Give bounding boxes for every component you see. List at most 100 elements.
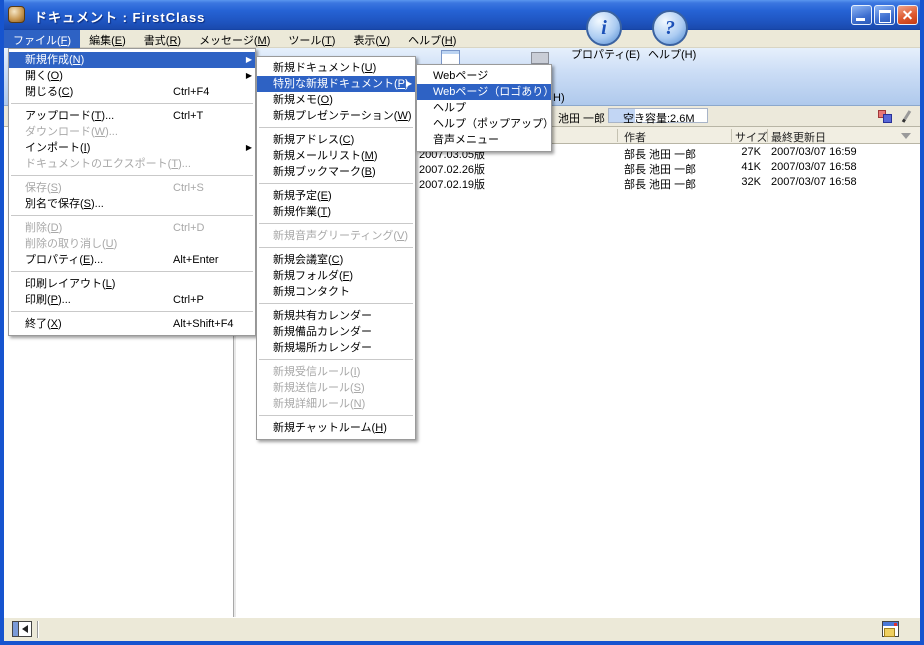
menu-item[interactable]: 新規受信ルール(I) bbox=[257, 364, 415, 380]
menu-item-label: 新規ブックマーク(B) bbox=[273, 166, 376, 178]
menubar: ファイル(F)編集(E)書式(R)メッセージ(M)ツール(T)表示(V)ヘルプ(… bbox=[4, 30, 920, 48]
menubar-item[interactable]: 編集(E) bbox=[80, 30, 135, 48]
menu-item[interactable]: 別名で保存(S)... bbox=[9, 196, 255, 212]
menu-item[interactable]: アップロード(T)...Ctrl+T bbox=[9, 108, 255, 124]
close-button[interactable] bbox=[897, 5, 918, 25]
user-name: ：池田 一郎 bbox=[547, 110, 605, 126]
menu-item-label: Webページ bbox=[433, 70, 488, 82]
menu-item[interactable]: 新規ブックマーク(B) bbox=[257, 164, 415, 180]
menu-item[interactable]: 新規プレゼンテーション(W) bbox=[257, 108, 415, 124]
column-divider[interactable] bbox=[617, 129, 618, 142]
menu-item[interactable]: 新規チャットルーム(H) bbox=[257, 420, 415, 436]
menu-item[interactable]: ヘルプ（ポップアップ） bbox=[417, 116, 551, 132]
menu-item[interactable]: 新規メモ(O) bbox=[257, 92, 415, 108]
menu-separator bbox=[257, 124, 415, 132]
menu-item[interactable]: Webページ bbox=[417, 68, 551, 84]
menu-item[interactable]: 特別な新規ドキュメント(P)▶ bbox=[257, 76, 415, 92]
menu-item[interactable]: 新規予定(E) bbox=[257, 188, 415, 204]
menu-separator bbox=[9, 172, 255, 180]
free-space-bar: 空き容量:2.6M bbox=[608, 108, 708, 123]
menu-item[interactable]: 終了(X)Alt+Shift+F4 bbox=[9, 316, 255, 332]
menu-item[interactable]: 新規ドキュメント(U) bbox=[257, 60, 415, 76]
help-button[interactable]: ? bbox=[652, 10, 688, 46]
free-space-label: 空き容量:2.6M bbox=[623, 110, 695, 126]
statusbar-divider bbox=[37, 621, 39, 638]
menu-item-label: 開く(O) bbox=[25, 70, 63, 82]
column-divider[interactable] bbox=[767, 129, 768, 142]
menu-item[interactable]: 新規送信ルール(S) bbox=[257, 380, 415, 396]
menu-item[interactable]: 新規アドレス(C) bbox=[257, 132, 415, 148]
menu-item[interactable]: インポート(I)▶ bbox=[9, 140, 255, 156]
menubar-item[interactable]: ファイル(F) bbox=[4, 30, 80, 48]
menu-item[interactable]: 閉じる(C)Ctrl+F4 bbox=[9, 84, 255, 100]
menubar-item[interactable]: メッセージ(M) bbox=[190, 30, 279, 48]
menubar-item[interactable]: 書式(R) bbox=[135, 30, 190, 48]
column-divider[interactable] bbox=[731, 129, 732, 142]
menu-item-label: 新規メールリスト(M) bbox=[273, 150, 378, 162]
menubar-item[interactable]: ツール(T) bbox=[279, 30, 344, 48]
menu-item-label: 新規プレゼンテーション(W) bbox=[273, 110, 412, 122]
menu-item-label: プロパティ(E)... bbox=[25, 254, 103, 266]
toolbar-icon[interactable] bbox=[531, 52, 549, 64]
question-icon: ? bbox=[654, 12, 686, 44]
menu-item[interactable]: 新規音声グリーティング(V) bbox=[257, 228, 415, 244]
maximize-button[interactable] bbox=[874, 5, 895, 25]
column-header-size[interactable]: サイズ bbox=[735, 129, 768, 145]
menu-item[interactable]: 印刷レイアウト(L) bbox=[9, 276, 255, 292]
menu-item[interactable]: 新規メールリスト(M) bbox=[257, 148, 415, 164]
column-header-modified[interactable]: 最終更新日 bbox=[771, 129, 826, 145]
special-new-document-submenu: Webページ Webページ（ロゴあり） ヘルプヘルプ（ポップアップ）音声メニュー bbox=[416, 64, 552, 152]
menubar-item[interactable]: ヘルプ(H) bbox=[399, 30, 465, 48]
cell-modified: 2007/03/07 16:58 bbox=[771, 176, 857, 188]
column-header-author[interactable]: 作者 bbox=[624, 129, 646, 145]
menu-item-label: ヘルプ bbox=[433, 102, 466, 114]
pencil-icon[interactable] bbox=[902, 110, 911, 123]
menu-item[interactable]: ヘルプ bbox=[417, 100, 551, 116]
menu-item[interactable]: 新規備品カレンダー bbox=[257, 324, 415, 340]
menu-item-label: 新規詳細ルール(N) bbox=[273, 398, 365, 410]
menu-item[interactable]: 新規コンタクト bbox=[257, 284, 415, 300]
menu-item-label: 新規受信ルール(I) bbox=[273, 366, 360, 378]
menu-item[interactable]: ドキュメントのエクスポート(T)... bbox=[9, 156, 255, 172]
layers-icon[interactable] bbox=[878, 110, 894, 125]
menubar-item[interactable]: 表示(V) bbox=[344, 30, 399, 48]
bottom-status-bar bbox=[4, 617, 920, 641]
new-submenu: 新規ドキュメント(U)特別な新規ドキュメント(P)▶ 新規メモ(O) 新規プレゼンテ… bbox=[256, 56, 416, 440]
menu-item[interactable]: 削除の取り消し(U) bbox=[9, 236, 255, 252]
menu-item-label: 削除の取り消し(U) bbox=[25, 238, 117, 250]
sort-arrow-icon[interactable] bbox=[901, 133, 911, 139]
info-icon: i bbox=[588, 12, 620, 44]
menu-item[interactable]: 新規作業(T) bbox=[257, 204, 415, 220]
menu-item[interactable]: 保存(S)Ctrl+S bbox=[9, 180, 255, 196]
properties-button[interactable]: i bbox=[586, 10, 622, 46]
minimize-button[interactable] bbox=[851, 5, 872, 25]
menu-separator bbox=[9, 100, 255, 108]
menu-item-label: アップロード(T)... bbox=[25, 110, 114, 122]
menu-item[interactable]: 新規フォルダ(F) bbox=[257, 268, 415, 284]
menu-item[interactable]: 新規場所カレンダー bbox=[257, 340, 415, 356]
split-view-icon[interactable] bbox=[12, 621, 32, 637]
menu-item[interactable]: Webページ（ロゴあり） bbox=[417, 84, 551, 100]
menu-item[interactable]: 新規共有カレンダー bbox=[257, 308, 415, 324]
menu-item[interactable]: 新規詳細ルール(N) bbox=[257, 396, 415, 412]
submenu-arrow-icon: ▶ bbox=[246, 52, 252, 68]
menu-separator bbox=[257, 412, 415, 420]
menu-item[interactable]: 削除(D)Ctrl+D bbox=[9, 220, 255, 236]
menu-item-label: 新規場所カレンダー bbox=[273, 342, 372, 354]
menu-item[interactable]: プロパティ(E)...Alt+Enter bbox=[9, 252, 255, 268]
menu-item[interactable]: 新規会議室(C) bbox=[257, 252, 415, 268]
menu-item[interactable]: ダウンロード(W)... bbox=[9, 124, 255, 140]
menu-item-shortcut: Ctrl+F4 bbox=[173, 84, 209, 100]
menu-separator bbox=[257, 300, 415, 308]
menu-item-label: 印刷(P)... bbox=[25, 294, 71, 306]
menu-item[interactable]: 開く(O)▶ bbox=[9, 68, 255, 84]
title-bar[interactable]: ドキュメント : FirstClass bbox=[0, 0, 924, 30]
menu-item-label: 新規メモ(O) bbox=[273, 94, 333, 106]
menu-item[interactable]: 新規作成(N)▶ bbox=[9, 52, 255, 68]
menu-item[interactable]: 印刷(P)...Ctrl+P bbox=[9, 292, 255, 308]
window-panel-icon[interactable] bbox=[882, 621, 899, 637]
menu-item-label: 新規コンタクト bbox=[273, 286, 350, 298]
cell-author: 部長 池田 一郎 bbox=[624, 176, 696, 192]
menu-item-label: 新規送信ルール(S) bbox=[273, 382, 365, 394]
menu-item[interactable]: 音声メニュー bbox=[417, 132, 551, 148]
